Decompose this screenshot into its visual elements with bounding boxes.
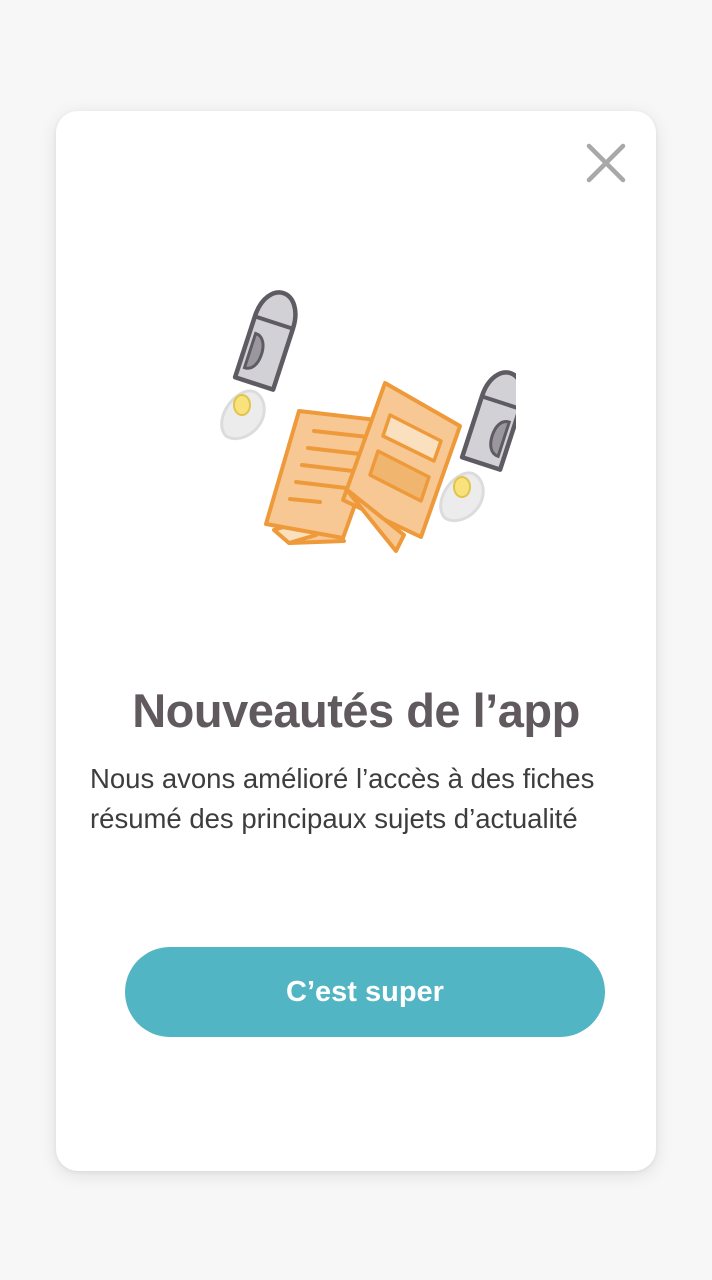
flying-newspaper-rockets-illustration — [220, 290, 516, 553]
whats-new-dialog: Nouveautés de l’app Nous avons amélioré … — [56, 111, 656, 1171]
dialog-description: Nous avons amélioré l’accès à des fiches… — [90, 759, 650, 839]
close-button[interactable] — [582, 139, 630, 187]
description-line: résumé des principaux sujets d’actualité — [90, 803, 578, 834]
dialog-title: Nouveautés de l’app — [132, 684, 580, 737]
close-icon — [586, 143, 626, 183]
confirm-button[interactable]: C’est super — [125, 947, 605, 1037]
description-line: Nous avons amélioré l’accès à des fiches — [90, 763, 595, 794]
